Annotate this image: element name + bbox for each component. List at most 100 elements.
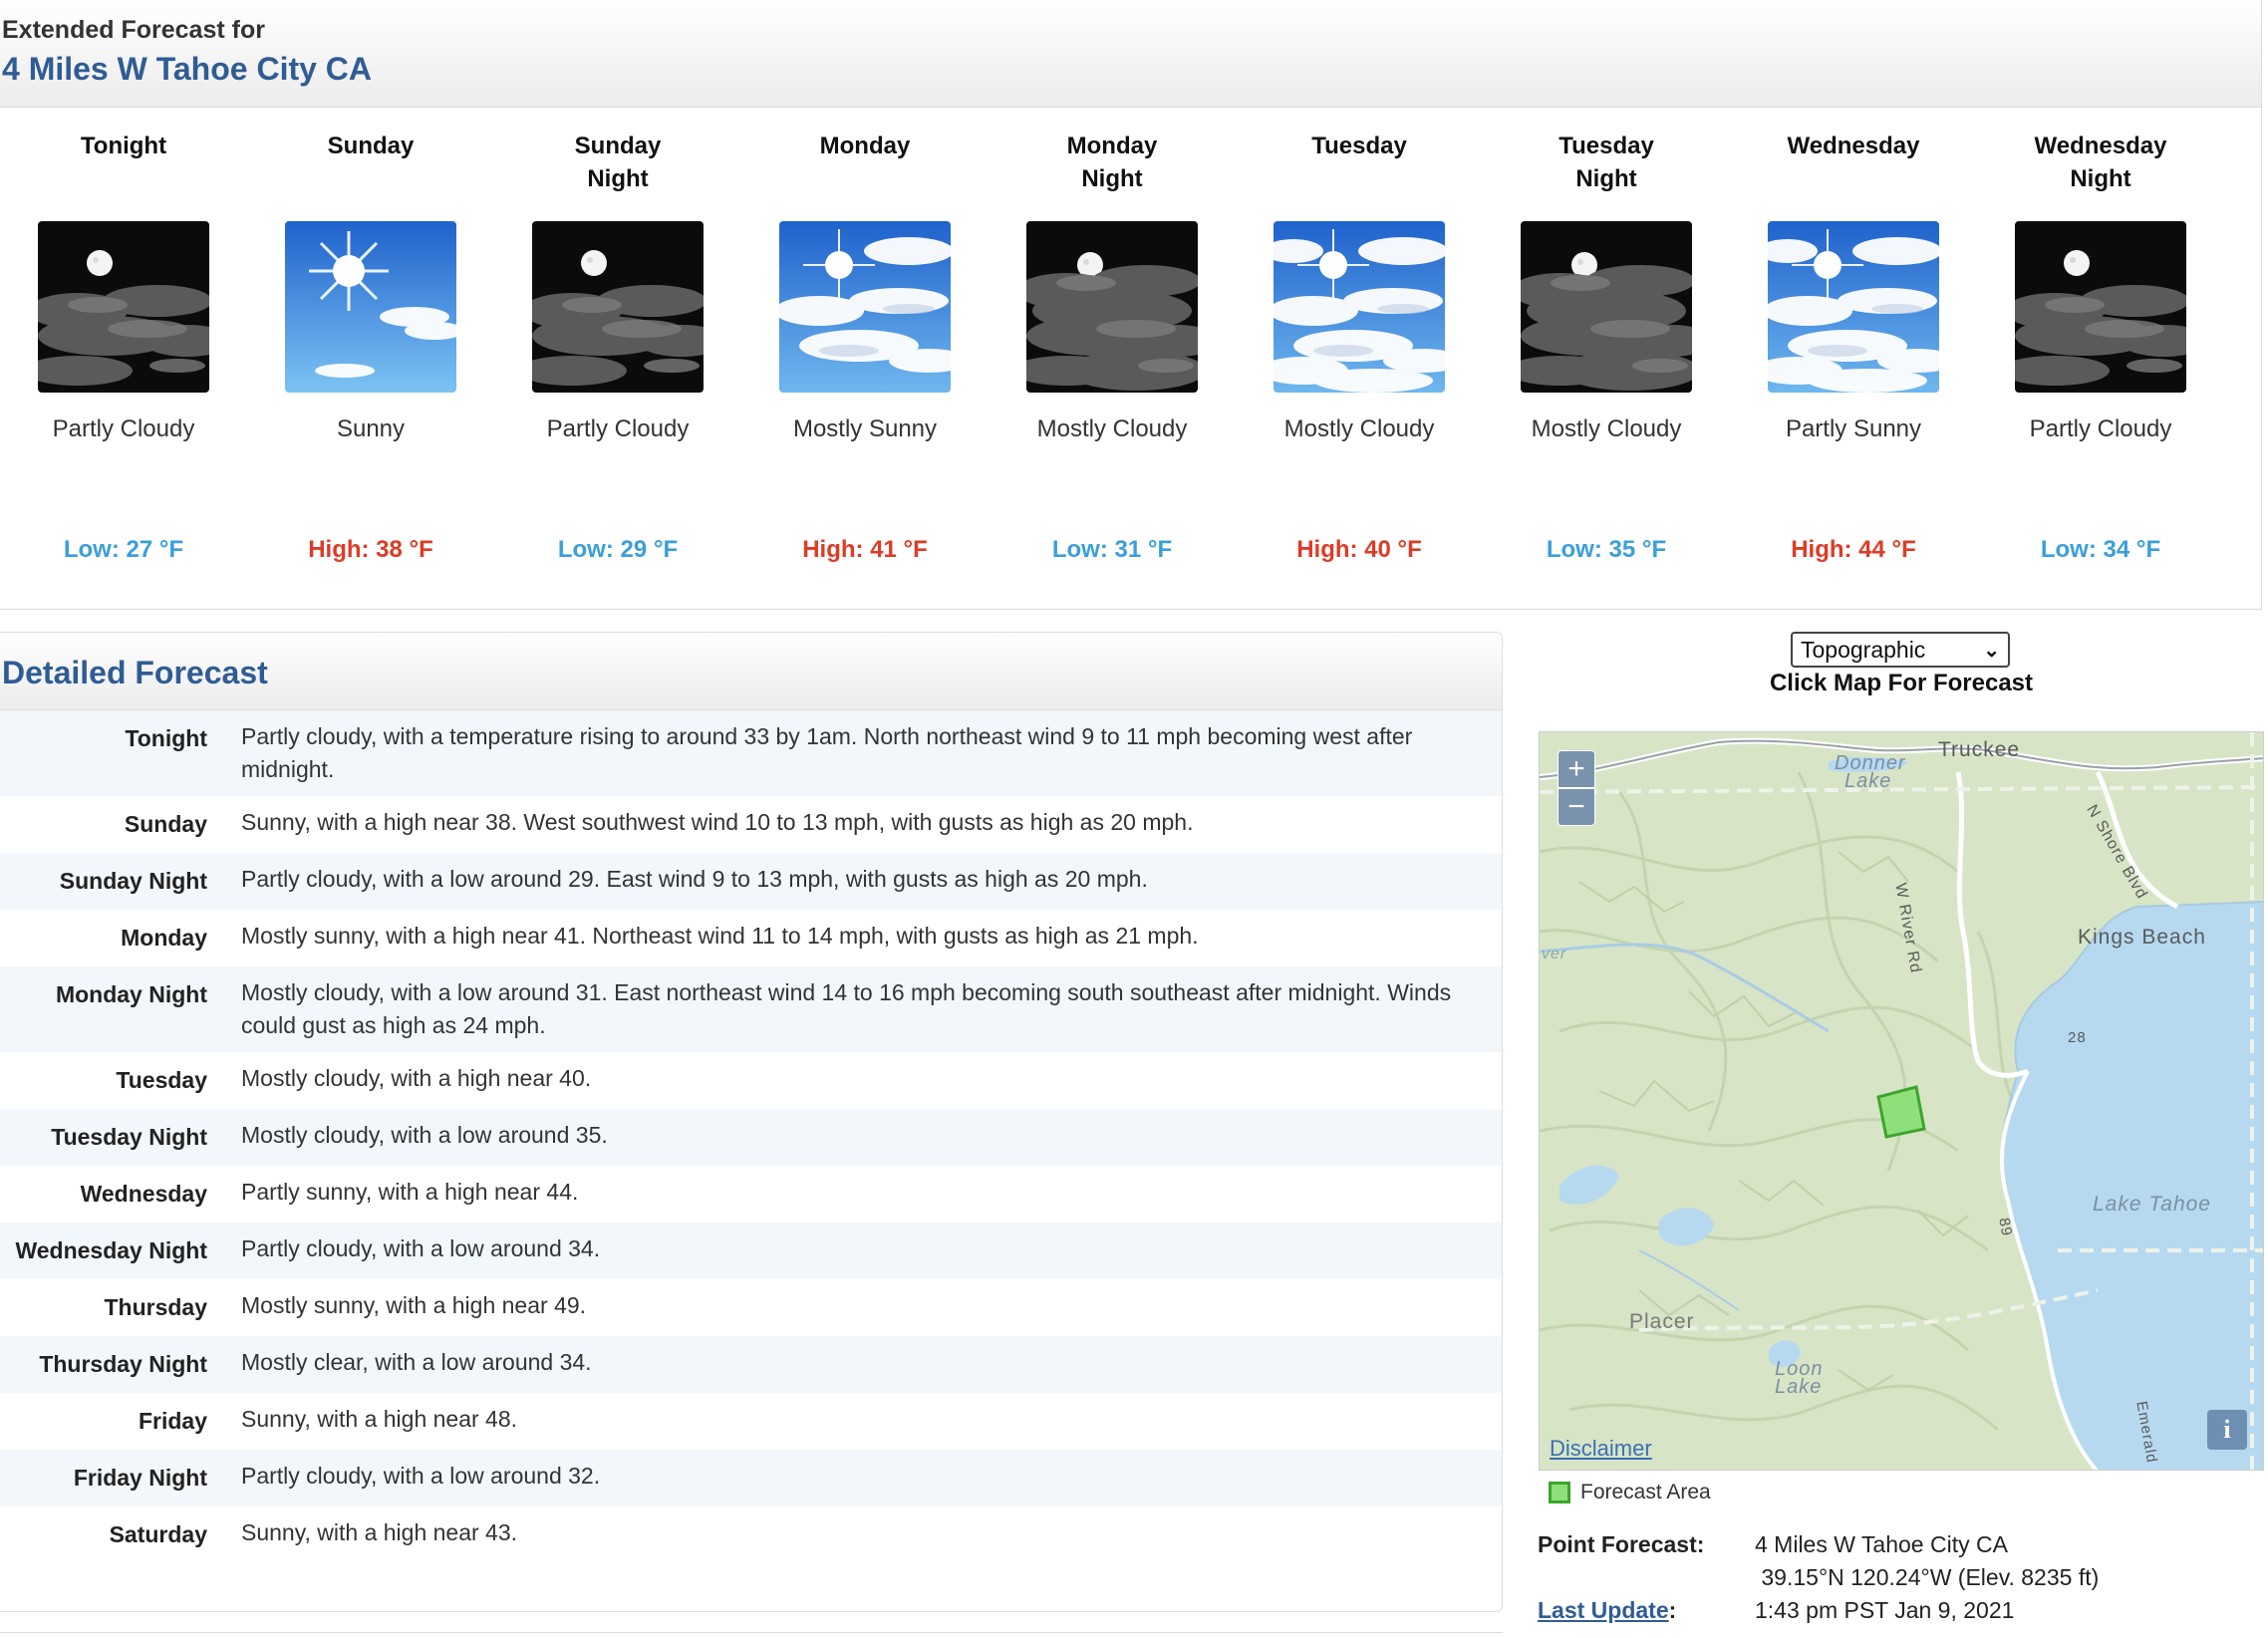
map-label-route28: 28 <box>2068 1029 2087 1046</box>
detailed-forecast-row: Sunday Night Partly cloudy, with a low ar… <box>0 853 1502 910</box>
period-name: Monday <box>819 133 911 159</box>
map-type-value: Topographic <box>1801 636 1926 663</box>
detailed-row-text: Mostly cloudy, with a low around 35. <box>241 1122 608 1148</box>
detailed-forecast-row: Wednesday Night Partly cloudy, with a low… <box>0 1223 1502 1279</box>
detailed-row-label: Saturday <box>109 1521 207 1547</box>
low-temp: Low: 27 °F <box>63 536 184 563</box>
detailed-forecast-title: Detailed Forecast <box>2 655 268 690</box>
legend-label: Forecast Area <box>1580 1481 1711 1503</box>
point-forecast-coords: 39.15°N 120.24°W (Elev. 8235 ft) <box>1755 1564 2100 1590</box>
detailed-row-text: Partly sunny, with a high near 44. <box>241 1179 579 1205</box>
map-label-lake-tahoe: Lake Tahoe <box>2093 1193 2211 1216</box>
detailed-row-text: Mostly sunny, with a high near 41. North… <box>241 923 1199 949</box>
zoom-in-button[interactable]: + <box>1558 750 1595 788</box>
detailed-forecast-panel: Detailed Forecast Tonight Partly cloudy, … <box>0 632 1503 1612</box>
period-short-desc: Mostly Cloudy <box>1283 415 1435 442</box>
period-name: Wednesday Night <box>2034 133 2167 192</box>
map-label-donner-lake: Lake <box>1844 770 1892 792</box>
forecast-area-marker <box>1876 1085 1926 1139</box>
detailed-row-text: Sunny, with a high near 48. <box>241 1406 518 1432</box>
detailed-row-label: Sunday Night <box>59 868 207 894</box>
detailed-row-text: Mostly clear, with a low around 34. <box>241 1349 592 1375</box>
detailed-row-text: Partly cloudy, with a low around 32. <box>241 1463 601 1489</box>
map-caption: Click Map For Forecast <box>1769 670 2034 696</box>
map-info-button[interactable]: i <box>2207 1410 2247 1450</box>
detailed-row-text: Partly cloudy, with a low around 29. Eas… <box>241 866 1148 892</box>
high-temp: High: 41 °F <box>802 536 928 563</box>
forecast-area-swatch <box>1549 1482 1570 1503</box>
forecast-period[interactable]: Sunday Sunny High: 38 °F <box>247 108 494 563</box>
forecast-map[interactable]: Truckee Donner Lake Kings Beach Lake Tah… <box>1539 731 2264 1471</box>
detailed-forecast-row: Tuesday Mostly cloudy, with a high near 4… <box>0 1052 1502 1109</box>
detailed-forecast-row: Friday Sunny, with a high near 48. <box>0 1393 1502 1450</box>
detailed-forecast-row: Saturday Sunny, with a high near 43. <box>0 1506 1502 1563</box>
detailed-row-label: Sunday <box>124 811 207 837</box>
mostly-sunny-icon[interactable] <box>779 221 951 393</box>
detailed-forecast-row: Tuesday Night Mostly cloudy, with a low a… <box>0 1109 1502 1166</box>
period-short-desc: Partly Cloudy <box>52 415 195 442</box>
detailed-row-label: Tonight <box>125 725 207 751</box>
forecast-period[interactable]: Sunday Night Partly Cloudy Low: 29 °F <box>494 108 741 563</box>
low-temp: Low: 31 °F <box>1051 536 1173 563</box>
period-name: Sunday Night <box>574 133 662 192</box>
day-mostly-cloudy-icon[interactable] <box>1274 221 1445 393</box>
detailed-row-label: Thursday Night <box>39 1351 207 1377</box>
period-name: Monday Night <box>1066 133 1158 192</box>
map-column: Topographic ⌄ Click Map For Forecast Tru… <box>1535 632 2268 1638</box>
map-label-truckee: Truckee <box>1938 738 2021 761</box>
forecast-location-title: 4 Miles W Tahoe City CA <box>2 51 373 87</box>
forecast-periods: Tonight Partly Cloudy Low: 27 °F Sunday <box>0 108 2262 606</box>
forecast-period[interactable]: Wednesday Night Partly Cloudy Low: 34 °F <box>1977 108 2224 563</box>
partly-sunny-icon[interactable] <box>1768 221 1939 393</box>
chevron-down-icon: ⌄ <box>1983 639 2000 662</box>
disclaimer-link[interactable]: Disclaimer <box>1550 1436 1652 1462</box>
period-name: Tonight <box>80 133 167 159</box>
forecast-period[interactable]: Tuesday Mostly Cloudy High: 40 °F <box>1236 108 1483 563</box>
map-label-placer: Placer <box>1629 1310 1695 1333</box>
detailed-row-label: Wednesday Night <box>15 1237 207 1263</box>
detailed-row-label: Tuesday Night <box>51 1124 207 1150</box>
point-forecast-name: 4 Miles W Tahoe City CA <box>1755 1531 2008 1557</box>
period-name: Wednesday <box>1787 133 1920 159</box>
period-short-desc: Sunny <box>336 415 406 442</box>
forecast-period[interactable]: Tonight Partly Cloudy Low: 27 °F <box>0 108 247 563</box>
detailed-forecast-row: Tonight Partly cloudy, with a temperature… <box>0 710 1502 796</box>
sunny-icon[interactable] <box>285 221 456 393</box>
last-update-label-wrap: Last Update: <box>1538 1594 1755 1627</box>
map-label-route89: 89 <box>1995 1217 2016 1238</box>
detailed-row-label: Friday Night <box>73 1465 207 1491</box>
night-mostly-cloudy-icon[interactable] <box>1026 221 1198 393</box>
map-label-loon-lake: Lake <box>1775 1376 1823 1398</box>
high-temp: High: 38 °F <box>308 536 433 563</box>
map-terrain <box>1540 732 2263 1470</box>
night-partly-cloudy-icon[interactable] <box>532 221 704 393</box>
period-short-desc: Mostly Sunny <box>792 415 938 442</box>
detailed-row-label: Monday Night <box>55 981 207 1007</box>
extended-forecast-heading: Extended Forecast for <box>2 16 265 44</box>
period-name: Sunday <box>327 133 415 159</box>
forecast-period[interactable]: Monday Mostly Sunny High: 41 °F <box>741 108 989 563</box>
point-forecast-label: Point Forecast: <box>1538 1531 1705 1557</box>
point-forecast-value: 4 Miles W Tahoe City CA 39.15°N 120.24°W… <box>1755 1528 2265 1594</box>
detailed-forecast-row: Sunday Sunny, with a high near 38. West s… <box>0 796 1502 853</box>
detailed-forecast-row: Monday Mostly sunny, with a high near 41.… <box>0 910 1502 966</box>
forecast-period[interactable]: Tuesday Night Mostly Cloudy Low: 35 °F <box>1483 108 1730 563</box>
forecast-period[interactable]: Monday Night Mostly Cloudy Low: 31 °F <box>989 108 1236 563</box>
night-mostly-cloudy-icon[interactable] <box>1521 221 1692 393</box>
period-short-desc: Partly Sunny <box>1785 415 1922 442</box>
night-partly-cloudy-icon[interactable] <box>2015 221 2186 393</box>
low-temp: Low: 35 °F <box>1546 536 1667 563</box>
last-update-link[interactable]: Last Update <box>1538 1597 1669 1623</box>
map-type-select[interactable]: Topographic ⌄ <box>1791 632 2010 668</box>
night-partly-cloudy-icon[interactable] <box>38 221 209 393</box>
high-temp: High: 44 °F <box>1791 536 1916 563</box>
period-short-desc: Mostly Cloudy <box>1531 415 1682 442</box>
point-forecast-info: Point Forecast: 4 Miles W Tahoe City CA … <box>1538 1528 2265 1627</box>
detailed-row-label: Monday <box>121 925 207 951</box>
point-forecast-row: Point Forecast: 4 Miles W Tahoe City CA … <box>1538 1528 2265 1594</box>
extended-forecast-panel: Extended Forecast for 4 Miles W Tahoe Ci… <box>0 0 2262 610</box>
zoom-out-button[interactable]: − <box>1558 788 1595 826</box>
detailed-row-text: Partly cloudy, with a temperature rising… <box>241 723 1413 782</box>
forecast-period[interactable]: Wednesday Partly Sunny High: 44 °F <box>1730 108 1977 563</box>
detailed-row-label: Friday <box>138 1408 207 1434</box>
